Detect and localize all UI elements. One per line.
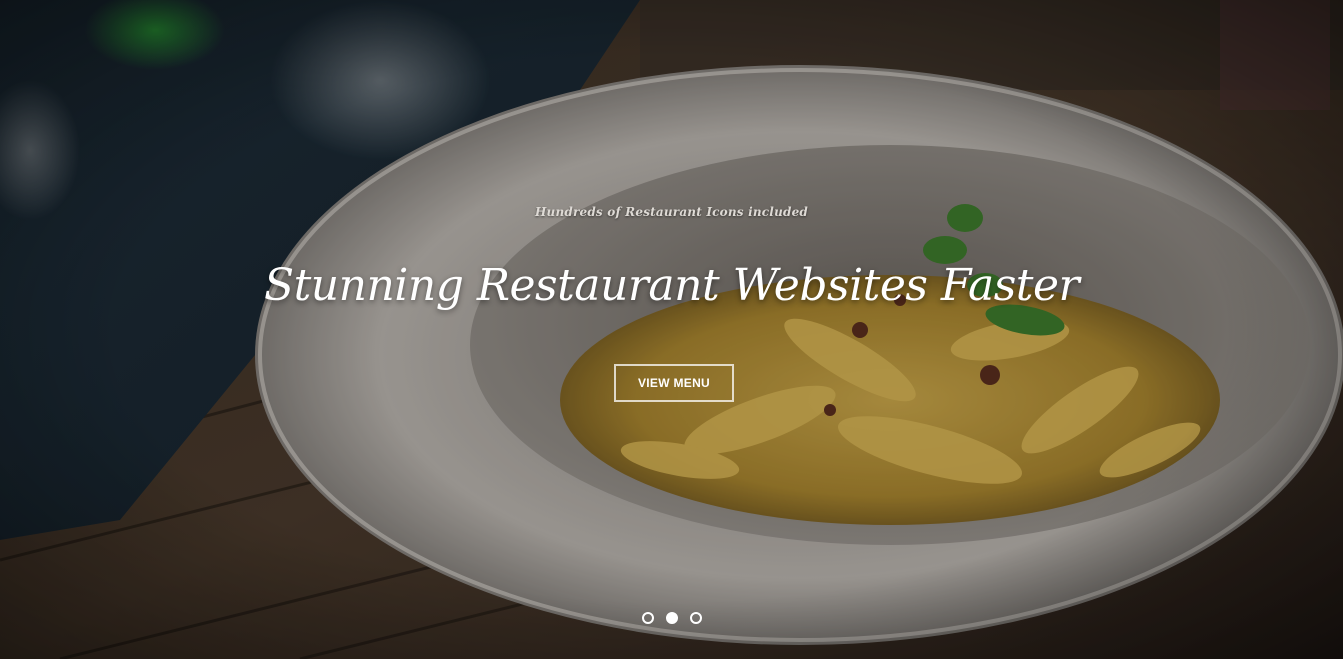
carousel-dot-1[interactable]	[641, 612, 654, 624]
carousel-dot-3[interactable]	[689, 612, 702, 624]
hero-content: Hundreds of Restaurant Icons included St…	[0, 0, 1343, 659]
hero-title: Stunning Restaurant Websites Faster	[263, 260, 1080, 311]
hero-subtitle: Hundreds of Restaurant Icons included	[534, 205, 809, 219]
carousel-dot-2[interactable]	[665, 612, 678, 624]
carousel-dots	[0, 612, 1343, 624]
view-menu-button[interactable]: VIEW MENU	[614, 364, 734, 402]
hero-slider: Hundreds of Restaurant Icons included St…	[0, 0, 1343, 659]
